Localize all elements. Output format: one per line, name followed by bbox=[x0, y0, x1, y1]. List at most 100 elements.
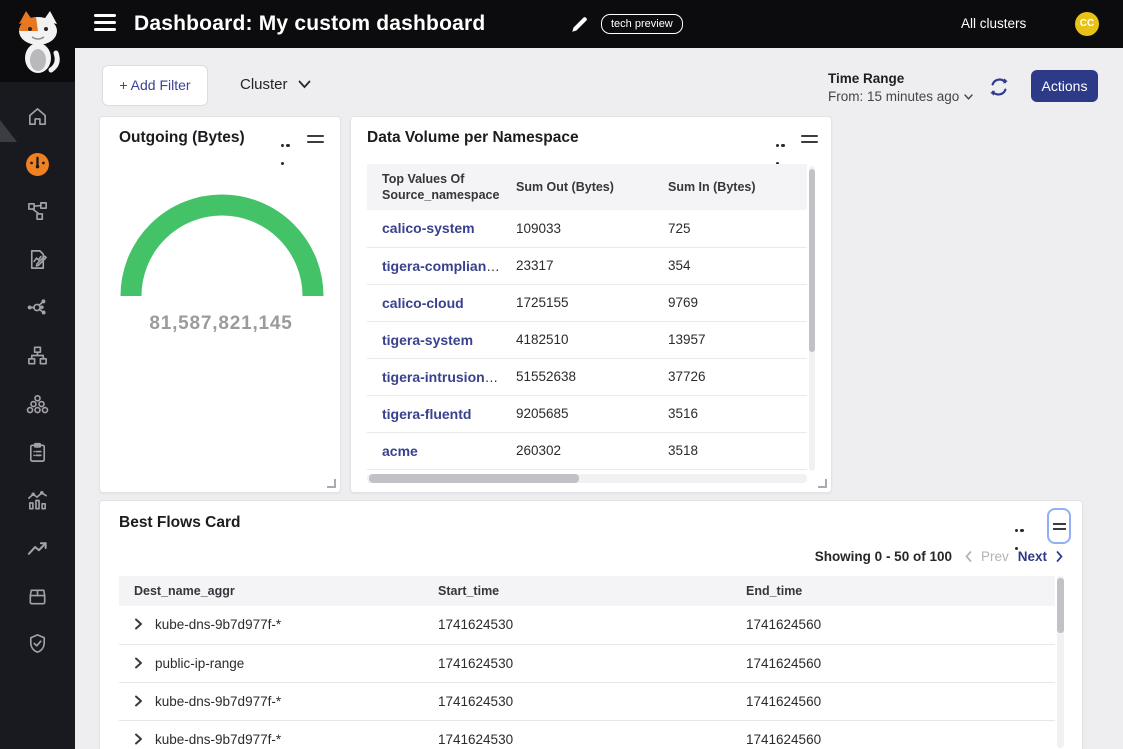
hamburger-menu-icon[interactable] bbox=[94, 14, 116, 34]
policies-document-icon bbox=[26, 248, 49, 271]
user-avatar[interactable]: CC bbox=[1075, 12, 1099, 36]
namespace-cell: acme bbox=[367, 432, 501, 469]
table-row: calico-system109033725 bbox=[367, 210, 807, 247]
namespace-link[interactable]: tigera-system bbox=[382, 332, 473, 348]
namespace-cell: calico-cloud bbox=[367, 284, 501, 321]
dest-name-cell: kube-dns-9b7d977f-* bbox=[119, 720, 423, 749]
vertical-scrollbar[interactable] bbox=[1057, 576, 1064, 748]
card-drag-handle-icon[interactable] bbox=[307, 135, 324, 147]
table-row: kube-dns-9b7d977f-* 17416245301741624560 bbox=[119, 720, 1055, 749]
app-logo[interactable] bbox=[0, 0, 75, 82]
sum-in-cell: 13957 bbox=[653, 321, 807, 358]
horizontal-scrollbar[interactable] bbox=[367, 474, 807, 483]
column-header: Sum Out (Bytes) bbox=[501, 164, 653, 210]
add-filter-button[interactable]: + Add Filter bbox=[102, 65, 208, 106]
namespace-link[interactable]: calico-cloud bbox=[382, 295, 464, 311]
start-time-cell: 1741624530 bbox=[423, 720, 731, 749]
expand-row-chevron-icon[interactable] bbox=[134, 733, 143, 745]
sidebar-item-workloads[interactable] bbox=[0, 382, 75, 426]
start-time-cell: 1741624530 bbox=[423, 606, 731, 644]
card-drag-handle-focused[interactable] bbox=[1047, 508, 1071, 544]
card-options-icon[interactable] bbox=[776, 137, 792, 143]
next-page-button[interactable]: Next bbox=[1018, 549, 1047, 564]
security-shield-icon bbox=[26, 632, 49, 655]
best-flows-table: Dest_name_aggr Start_time End_time kube-… bbox=[119, 576, 1055, 749]
sidebar-item-sitemap[interactable] bbox=[0, 333, 75, 377]
table-row: tigera-fluentd92056853516 bbox=[367, 395, 807, 432]
end-time-cell: 1741624560 bbox=[731, 606, 1055, 644]
column-header: Top Values Of Source_namespace bbox=[367, 164, 501, 210]
table-row: kube-dns-9b7d977f-* 17416245301741624560 bbox=[119, 606, 1055, 644]
page-title: Dashboard: My custom dashboard bbox=[134, 0, 485, 48]
card-resize-handle[interactable] bbox=[818, 479, 827, 488]
namespace-link[interactable]: calico-system bbox=[382, 220, 475, 236]
table-row: kube-dns-9b7d977f-*17416245301741624560 bbox=[119, 682, 1055, 720]
sum-out-cell: 260302 bbox=[501, 432, 653, 469]
sidebar-item-trends[interactable] bbox=[0, 526, 75, 570]
sidebar-item-security[interactable] bbox=[0, 621, 75, 665]
edit-pencil-icon[interactable] bbox=[569, 13, 591, 35]
sum-out-cell: 1725155 bbox=[501, 284, 653, 321]
vertical-scrollbar[interactable] bbox=[809, 166, 815, 471]
activity-chart-icon bbox=[26, 489, 49, 512]
sum-out-cell: 109033 bbox=[501, 210, 653, 247]
sidebar-item-service-graph[interactable] bbox=[0, 189, 75, 233]
sum-in-cell: 3518 bbox=[653, 432, 807, 469]
best-flows-card: Best Flows Card Showing 0 - 50 of 100 Pr… bbox=[99, 500, 1083, 749]
sidebar-item-dashboards[interactable] bbox=[0, 142, 75, 186]
end-time-cell: 1741624560 bbox=[731, 720, 1055, 749]
chevron-right-icon[interactable] bbox=[1056, 551, 1063, 562]
sidebar-item-policies[interactable] bbox=[0, 237, 75, 281]
table-header-row: Top Values Of Source_namespace Sum Out (… bbox=[367, 164, 807, 210]
prev-page-button[interactable]: Prev bbox=[981, 549, 1009, 564]
dest-name: kube-dns-9b7d977f-* bbox=[155, 617, 281, 632]
table-row: public-ip-range17416245301741624560 bbox=[119, 644, 1055, 682]
namespace-link[interactable]: acme bbox=[382, 443, 418, 459]
expand-row-chevron-icon[interactable] bbox=[134, 695, 143, 707]
gauge-chart bbox=[111, 183, 333, 303]
namespace-cell: tigera-system bbox=[367, 321, 501, 358]
namespace-link[interactable]: tigera-intrusion-d… bbox=[382, 369, 501, 385]
expand-row-chevron-icon[interactable] bbox=[134, 618, 143, 630]
service-graph-icon bbox=[26, 200, 49, 223]
namespace-link[interactable]: tigera-compliance bbox=[382, 258, 501, 274]
column-header: Dest_name_aggr bbox=[119, 576, 423, 606]
cluster-scope-selector[interactable]: All clusters bbox=[961, 0, 1026, 48]
column-header: End_time bbox=[731, 576, 1055, 606]
card-resize-handle[interactable] bbox=[327, 479, 336, 488]
card-options-icon[interactable] bbox=[1015, 522, 1031, 528]
card-title: Best Flows Card bbox=[119, 514, 240, 532]
namespace-cell: tigera-fluentd bbox=[367, 395, 501, 432]
dest-name: kube-dns-9b7d977f-* bbox=[155, 732, 281, 747]
table-row: calico-cloud 17251559769 bbox=[367, 284, 807, 321]
refresh-icon[interactable] bbox=[987, 75, 1011, 99]
gauge-value: 81,587,821,145 bbox=[100, 313, 342, 335]
namespace-cell: calico-system bbox=[367, 210, 501, 247]
card-title: Outgoing (Bytes) bbox=[119, 129, 245, 147]
storage-box-icon bbox=[26, 585, 49, 608]
sum-in-cell: 9769 bbox=[653, 284, 807, 321]
card-drag-handle-icon[interactable] bbox=[801, 135, 818, 147]
cluster-dropdown[interactable]: Cluster bbox=[240, 76, 311, 93]
pagination: Showing 0 - 50 of 100 Prev Next bbox=[815, 549, 1063, 564]
sidebar-item-analytics[interactable] bbox=[0, 478, 75, 522]
time-range-label: Time Range bbox=[828, 71, 904, 86]
trend-up-icon bbox=[26, 537, 49, 560]
compliance-clipboard-icon bbox=[26, 441, 49, 464]
time-range-selector[interactable]: From: 15 minutes ago bbox=[828, 89, 973, 104]
dest-name: public-ip-range bbox=[155, 656, 244, 671]
namespace-cell: tigera-compliance bbox=[367, 247, 501, 284]
home-icon bbox=[26, 105, 49, 128]
sidebar-item-compliance[interactable] bbox=[0, 430, 75, 474]
sidebar-item-network-hub[interactable] bbox=[0, 285, 75, 329]
actions-button[interactable]: Actions bbox=[1031, 70, 1098, 102]
expand-row-chevron-icon[interactable] bbox=[134, 657, 143, 669]
network-hub-icon bbox=[26, 296, 49, 319]
sum-out-cell: 51552638 bbox=[501, 358, 653, 395]
sidebar-item-home[interactable] bbox=[0, 94, 75, 138]
sidebar-item-storage[interactable] bbox=[0, 574, 75, 618]
top-header: Dashboard: My custom dashboard tech prev… bbox=[0, 0, 1123, 48]
namespace-link[interactable]: tigera-fluentd bbox=[382, 406, 471, 422]
card-options-icon[interactable] bbox=[281, 137, 297, 143]
chevron-left-icon bbox=[965, 551, 972, 562]
